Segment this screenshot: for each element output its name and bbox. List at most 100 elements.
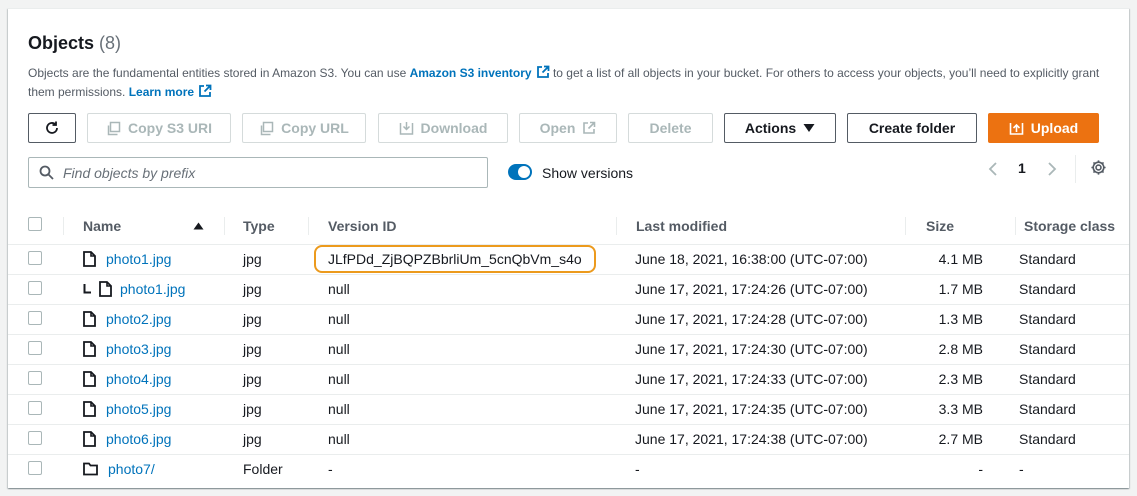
caret-down-icon: [803, 124, 815, 132]
column-header-version-id[interactable]: Version ID: [308, 208, 616, 244]
version-id: null: [308, 304, 616, 335]
object-name-link[interactable]: photo1.jpg: [120, 281, 185, 297]
row-checkbox[interactable]: [28, 310, 42, 325]
object-size: 1.7 MB: [905, 274, 1015, 305]
object-size: 4.1 MB: [905, 244, 1015, 275]
object-type: Folder: [243, 461, 283, 478]
file-icon: [83, 251, 96, 267]
current-page[interactable]: 1: [1018, 160, 1026, 176]
version-id: null: [308, 364, 616, 395]
last-modified: June 18, 2021, 16:38:00 (UTC-07:00): [616, 244, 905, 275]
table-row[interactable]: photo1.jpg jpg null June 17, 2021, 17:24…: [8, 274, 1129, 305]
object-name-link[interactable]: photo3.jpg: [106, 341, 171, 357]
search-input[interactable]: [63, 164, 463, 181]
show-versions-toggle[interactable]: [508, 164, 532, 180]
row-checkbox[interactable]: [28, 400, 42, 415]
storage-class: Standard: [1015, 304, 1129, 335]
object-type: jpg: [224, 394, 308, 425]
table-row[interactable]: photo3.jpg jpg null June 17, 2021, 17:24…: [8, 334, 1129, 365]
s3-inventory-link[interactable]: Amazon S3 inventory: [410, 66, 532, 80]
column-header-size[interactable]: Size: [905, 208, 1015, 244]
external-link-icon: [199, 84, 212, 97]
row-checkbox[interactable]: [28, 370, 42, 385]
table-row[interactable]: photo2.jpg jpg null June 17, 2021, 17:24…: [8, 304, 1129, 335]
column-header-last-modified[interactable]: Last modified: [616, 208, 905, 244]
table-row[interactable]: photo5.jpg jpg null June 17, 2021, 17:24…: [8, 394, 1129, 425]
last-modified: June 17, 2021, 17:24:28 (UTC-07:00): [616, 304, 905, 335]
object-size: 2.3 MB: [905, 364, 1015, 395]
file-icon: [83, 401, 96, 417]
copy-url-button[interactable]: Copy URL: [242, 113, 366, 143]
storage-class: Standard: [1015, 364, 1129, 395]
table-row[interactable]: photo1.jpg jpg JLfPDd_ZjBQPZBbrliUm_5cnQ…: [8, 244, 1129, 275]
file-icon: [83, 371, 96, 387]
search-box[interactable]: [28, 157, 488, 188]
prev-page-icon[interactable]: [987, 161, 999, 177]
folder-icon: [83, 462, 98, 476]
objects-panel: Objects (8) Objects are the fundamental …: [8, 8, 1129, 488]
select-all-checkbox[interactable]: [28, 217, 42, 232]
row-checkbox[interactable]: [28, 250, 42, 265]
create-folder-button[interactable]: Create folder: [847, 113, 977, 143]
refresh-icon: [46, 121, 58, 134]
object-size: -: [978, 461, 983, 478]
actions-dropdown[interactable]: Actions: [724, 113, 836, 143]
create-folder-label: Create folder: [868, 120, 956, 136]
object-name-link[interactable]: photo1.jpg: [106, 251, 171, 267]
copy-s3-uri-button[interactable]: Copy S3 URI: [87, 113, 231, 143]
object-type: jpg: [224, 304, 308, 335]
storage-class: -: [1019, 461, 1024, 478]
object-size: 2.8 MB: [905, 334, 1015, 365]
version-id: null: [308, 424, 616, 455]
storage-class: Standard: [1015, 274, 1129, 305]
delete-button[interactable]: Delete: [628, 113, 713, 143]
external-link-icon: [583, 121, 596, 134]
column-header-type[interactable]: Type: [224, 208, 308, 244]
object-size: 1.3 MB: [905, 304, 1015, 335]
object-name-link[interactable]: photo2.jpg: [106, 311, 171, 327]
highlighted-version-id: JLfPDd_ZjBQPZBbrliUm_5cnQbVm_s4o: [314, 245, 596, 273]
object-type: jpg: [224, 334, 308, 365]
column-header-name[interactable]: Name: [63, 208, 224, 244]
actions-label: Actions: [744, 120, 797, 136]
last-modified: June 17, 2021, 17:24:26 (UTC-07:00): [616, 274, 905, 305]
refresh-button[interactable]: [28, 113, 76, 143]
upload-button[interactable]: Upload: [988, 113, 1099, 143]
upload-label: Upload: [1030, 120, 1079, 136]
object-count: (8): [99, 33, 122, 53]
learn-more-link[interactable]: Learn more: [129, 85, 194, 99]
sort-ascending-icon: [193, 222, 204, 230]
table-row[interactable]: photo4.jpg jpg null June 17, 2021, 17:24…: [8, 364, 1129, 395]
table-row[interactable]: photo7/ Folder - - - -: [8, 454, 1129, 484]
table-row[interactable]: photo6.jpg jpg null June 17, 2021, 17:24…: [8, 424, 1129, 455]
last-modified: June 17, 2021, 17:24:35 (UTC-07:00): [616, 394, 905, 425]
object-name-link[interactable]: photo4.jpg: [106, 371, 171, 387]
external-link-icon: [536, 65, 550, 78]
object-type: jpg: [224, 424, 308, 455]
copy-icon: [260, 121, 274, 135]
object-name-link[interactable]: photo6.jpg: [106, 431, 171, 447]
last-modified: -: [635, 461, 640, 478]
storage-class: Standard: [1015, 394, 1129, 425]
gear-icon[interactable]: [1090, 159, 1107, 176]
search-icon: [39, 165, 54, 180]
copy-icon: [107, 121, 121, 135]
storage-class: Standard: [1015, 424, 1129, 455]
row-checkbox[interactable]: [28, 460, 42, 475]
row-checkbox[interactable]: [28, 340, 42, 355]
column-header-storage-class[interactable]: Storage class: [1015, 208, 1129, 244]
version-id: null: [308, 274, 616, 305]
download-icon: [399, 121, 413, 135]
version-id: -: [328, 461, 333, 478]
object-size: 3.3 MB: [905, 394, 1015, 425]
storage-class: Standard: [1015, 334, 1129, 365]
object-name-link[interactable]: photo5.jpg: [106, 401, 171, 417]
row-checkbox[interactable]: [28, 430, 42, 445]
open-button[interactable]: Open: [519, 113, 617, 143]
download-label: Download: [420, 120, 488, 136]
row-checkbox[interactable]: [28, 280, 42, 295]
show-versions-label: Show versions: [542, 165, 634, 181]
download-button[interactable]: Download: [378, 113, 508, 143]
folder-name-link[interactable]: photo7/: [108, 461, 155, 477]
next-page-icon[interactable]: [1046, 161, 1058, 177]
